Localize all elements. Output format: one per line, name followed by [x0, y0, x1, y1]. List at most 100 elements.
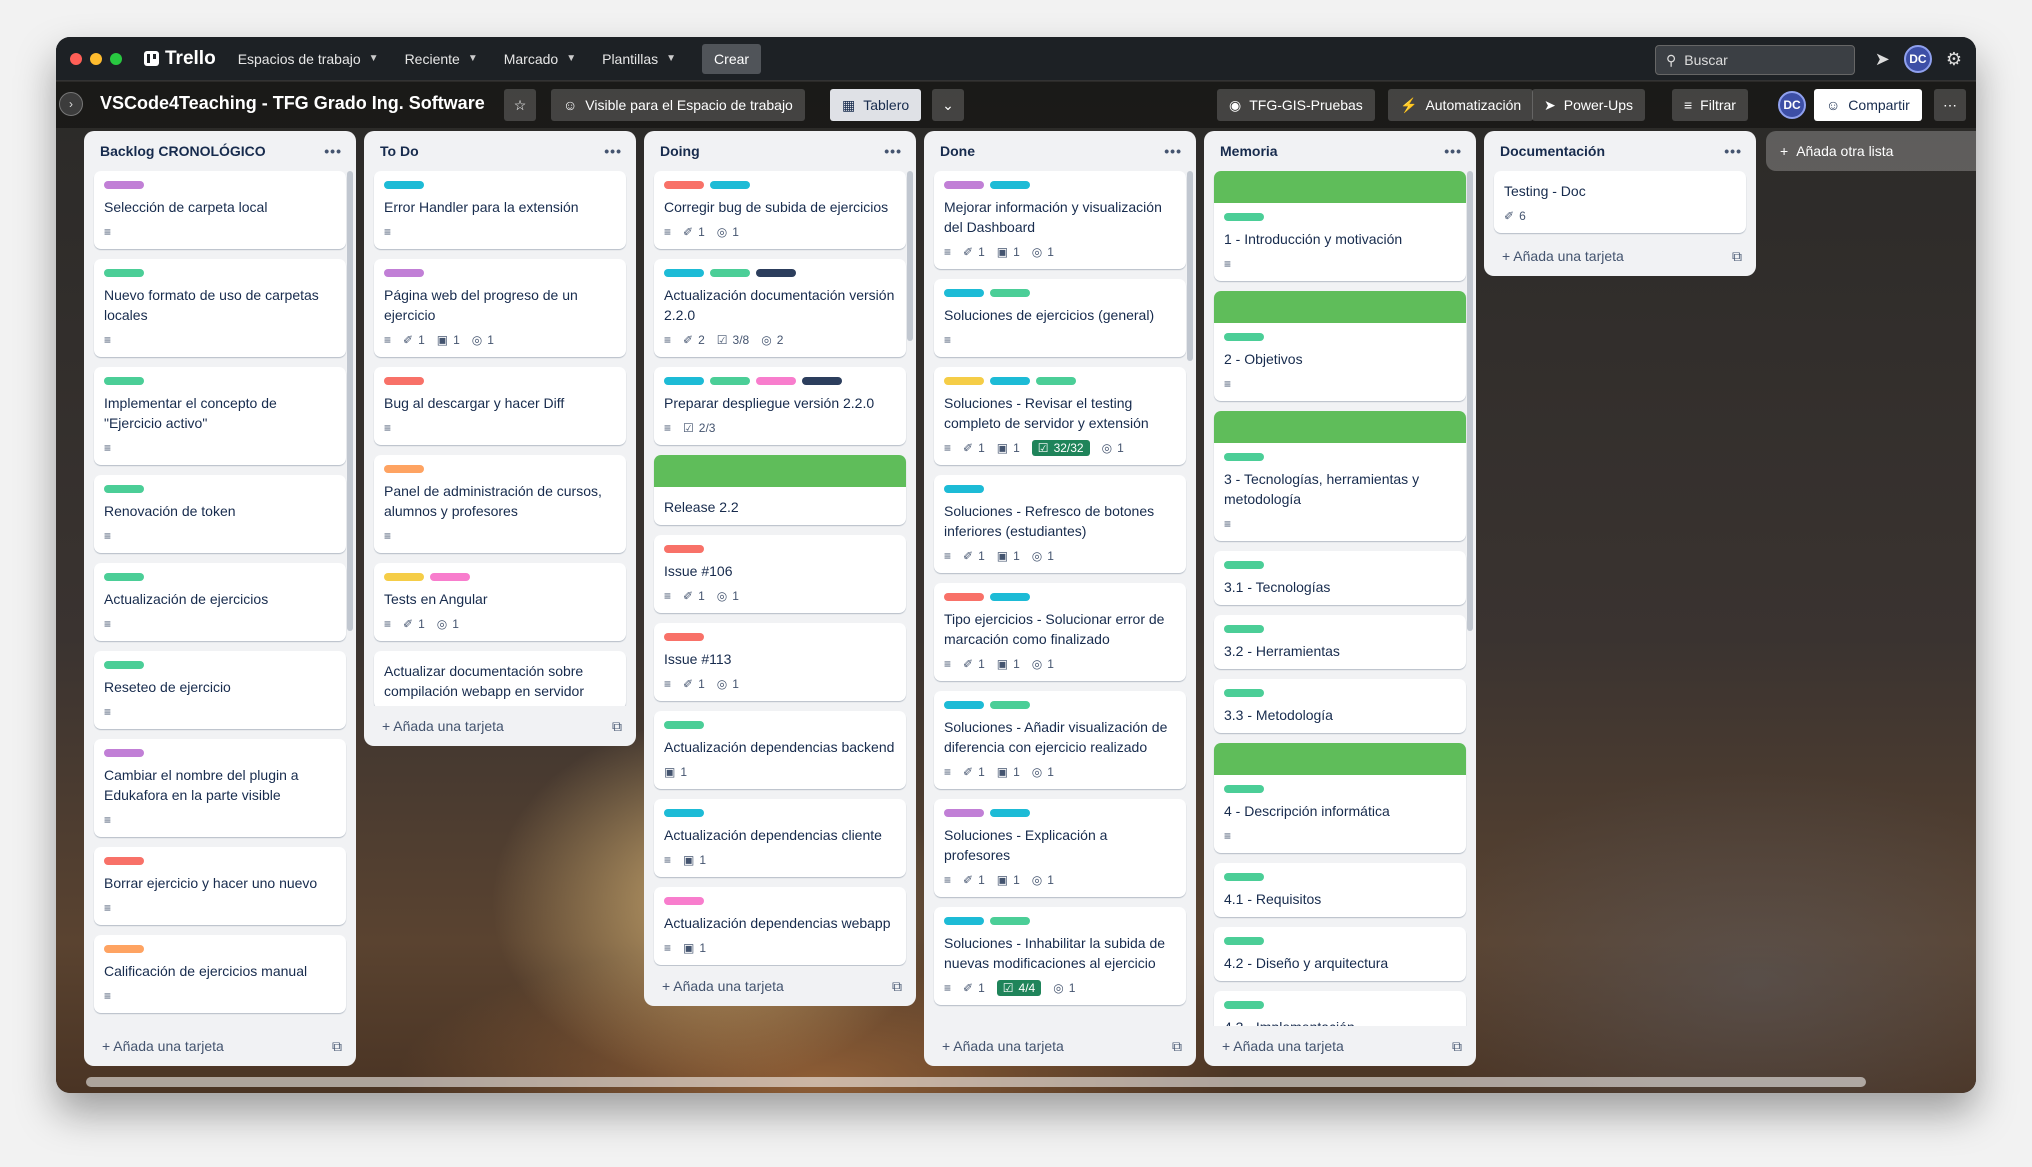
label-green[interactable]	[990, 701, 1030, 709]
label-red[interactable]	[664, 545, 704, 553]
label-green[interactable]	[710, 377, 750, 385]
list-menu-icon[interactable]: •••	[884, 143, 902, 159]
label-green[interactable]	[1224, 333, 1264, 341]
card[interactable]: 2 - Objetivos ≡	[1214, 291, 1466, 401]
card[interactable]: Soluciones - Explicación a profesores ≡ ✐ 1…	[934, 799, 1186, 897]
label-green[interactable]	[1224, 625, 1264, 633]
label-cyan[interactable]	[664, 377, 704, 385]
board-view-button[interactable]: ▦ Tablero	[830, 89, 922, 121]
list-title[interactable]: To Do	[380, 143, 419, 159]
label-green[interactable]	[990, 917, 1030, 925]
list-vertical-scrollbar[interactable]	[1187, 171, 1193, 361]
label-green[interactable]	[1036, 377, 1076, 385]
card[interactable]: Mejorar información y visualización del …	[934, 171, 1186, 269]
card[interactable]: Actualización dependencias backend ▣ 1	[654, 711, 906, 789]
sidebar-expand-icon[interactable]: ›	[59, 92, 83, 116]
label-green[interactable]	[104, 573, 144, 581]
label-cyan[interactable]	[944, 701, 984, 709]
list-title[interactable]: Backlog CRONOLÓGICO	[100, 143, 266, 159]
create-from-template-icon[interactable]: ⧉	[612, 718, 622, 735]
search-input[interactable]: ⚲ Buscar	[1655, 45, 1855, 75]
card[interactable]: Tipo ejercicios - Solucionar error de ma…	[934, 583, 1186, 681]
list-menu-icon[interactable]: •••	[604, 143, 622, 159]
board-member-avatar[interactable]: DC	[1778, 91, 1806, 119]
card[interactable]: Soluciones de ejercicios (general) ≡	[934, 279, 1186, 357]
label-cyan[interactable]	[384, 181, 424, 189]
label-purple[interactable]	[944, 809, 984, 817]
menu-recent[interactable]: Reciente ▼	[405, 51, 478, 67]
label-pink[interactable]	[756, 377, 796, 385]
create-from-template-icon[interactable]: ⧉	[1452, 1038, 1462, 1055]
card[interactable]: Calificación de ejercicios manual ≡	[94, 935, 346, 1013]
powerups-button[interactable]: ➤ Power-Ups	[1532, 89, 1645, 121]
card[interactable]: Actualización dependencias cliente ≡ ▣ 1	[654, 799, 906, 877]
card[interactable]: Error Handler para la extensión ≡	[374, 171, 626, 249]
label-green[interactable]	[1224, 213, 1264, 221]
label-green[interactable]	[104, 485, 144, 493]
label-green[interactable]	[104, 377, 144, 385]
visibility-button[interactable]: ☺ Visible para el Espacio de trabajo	[551, 89, 805, 121]
card[interactable]: 3.2 - Herramientas	[1214, 615, 1466, 669]
card[interactable]: Nuevo formato de uso de carpetas locales…	[94, 259, 346, 357]
card[interactable]: Actualización dependencias webapp ≡ ▣ 1	[654, 887, 906, 965]
add-card-button[interactable]: + Añada una tarjeta ⧉	[1204, 1026, 1476, 1066]
card[interactable]: Selección de carpeta local ≡	[94, 171, 346, 249]
create-from-template-icon[interactable]: ⧉	[332, 1038, 342, 1055]
label-purple[interactable]	[944, 181, 984, 189]
menu-templates[interactable]: Plantillas ▼	[602, 51, 676, 67]
add-card-button[interactable]: + Añada una tarjeta ⧉	[84, 1026, 356, 1066]
list-header[interactable]: To Do •••	[364, 131, 636, 171]
label-red[interactable]	[664, 633, 704, 641]
list-vertical-scrollbar[interactable]	[907, 171, 913, 341]
minimize-window-icon[interactable]	[90, 52, 102, 65]
add-card-button[interactable]: + Añada una tarjeta ⧉	[644, 966, 916, 1006]
card[interactable]: Reseteo de ejercicio ≡	[94, 651, 346, 729]
label-purple[interactable]	[384, 269, 424, 277]
board-menu-icon[interactable]: ⋯	[1934, 89, 1966, 121]
card[interactable]: Bug al descargar y hacer Diff ≡	[374, 367, 626, 445]
card[interactable]: 4.1 - Requisitos	[1214, 863, 1466, 917]
label-red[interactable]	[384, 377, 424, 385]
label-green[interactable]	[1224, 1001, 1264, 1009]
card[interactable]: 1 - Introducción y motivación ≡	[1214, 171, 1466, 281]
share-button[interactable]: ☺ Compartir	[1814, 89, 1922, 121]
label-green[interactable]	[1224, 453, 1264, 461]
label-purple[interactable]	[104, 181, 144, 189]
label-green[interactable]	[1224, 785, 1264, 793]
card[interactable]: Cambiar el nombre del plugin a Edukafora…	[94, 739, 346, 837]
create-from-template-icon[interactable]: ⧉	[1732, 248, 1742, 265]
label-navy[interactable]	[756, 269, 796, 277]
label-cyan[interactable]	[710, 181, 750, 189]
add-list-button[interactable]: + Añada otra lista	[1766, 131, 1976, 171]
label-yellow[interactable]	[384, 573, 424, 581]
card[interactable]: Soluciones - Refresco de botones inferio…	[934, 475, 1186, 573]
label-cyan[interactable]	[944, 485, 984, 493]
menu-workspaces[interactable]: Espacios de trabajo ▼	[238, 51, 379, 67]
card[interactable]: Corregir bug de subida de ejercicios ≡ ✐ 1 ◎…	[654, 171, 906, 249]
close-window-icon[interactable]	[70, 52, 82, 65]
create-button[interactable]: Crear	[702, 43, 762, 74]
board-title[interactable]: VSCode4Teaching - TFG Grado Ing. Softwar…	[100, 93, 485, 114]
automation-button[interactable]: ⚡ Automatización	[1388, 89, 1534, 121]
horizontal-scrollbar[interactable]	[86, 1077, 1866, 1087]
settings-gear-icon[interactable]: ⚙	[1946, 49, 1962, 70]
label-yellow[interactable]	[944, 377, 984, 385]
label-green[interactable]	[1224, 561, 1264, 569]
label-cyan[interactable]	[990, 593, 1030, 601]
card[interactable]: Issue #113 ≡ ✐ 1 ◎ 1	[654, 623, 906, 701]
create-from-template-icon[interactable]: ⧉	[892, 978, 902, 995]
label-cyan[interactable]	[990, 809, 1030, 817]
label-cyan[interactable]	[944, 289, 984, 297]
card[interactable]: Actualización documentación versión 2.2.…	[654, 259, 906, 357]
star-board-icon[interactable]: ☆	[504, 89, 536, 121]
list-header[interactable]: Doing •••	[644, 131, 916, 171]
label-green[interactable]	[104, 269, 144, 277]
card[interactable]: Actualizar documentación sobre compilaci…	[374, 651, 626, 706]
card[interactable]: 4.2 - Diseño y arquitectura	[1214, 927, 1466, 981]
maximize-window-icon[interactable]	[110, 52, 122, 65]
card[interactable]: Actualización de ejercicios ≡	[94, 563, 346, 641]
label-green[interactable]	[1224, 937, 1264, 945]
user-avatar[interactable]: DC	[1903, 45, 1932, 73]
label-pink[interactable]	[664, 897, 704, 905]
list-menu-icon[interactable]: •••	[324, 143, 342, 159]
